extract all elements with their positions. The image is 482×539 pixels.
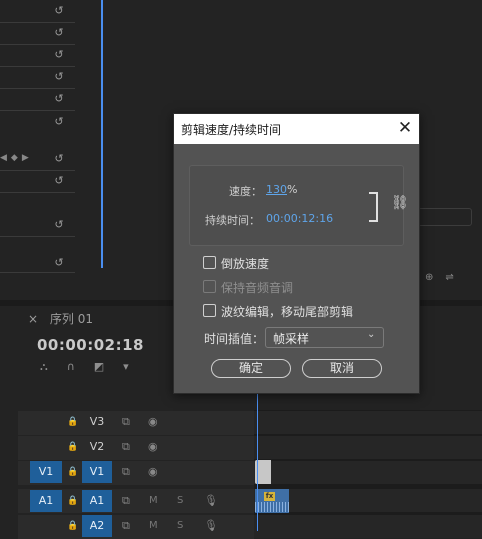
audio-clip[interactable]: fx: [255, 489, 289, 513]
sync-lock-icon[interactable]: ⧉: [122, 461, 130, 483]
time-interpolation-select[interactable]: 帧采样 ⌄: [265, 327, 384, 348]
param-divider: [0, 88, 75, 89]
reset-parameter-icon[interactable]: ↺: [53, 257, 65, 269]
ok-button[interactable]: 确定: [211, 359, 291, 378]
param-divider: [0, 236, 75, 237]
eye-icon[interactable]: ◉: [148, 461, 158, 483]
link-bracket: [369, 192, 378, 222]
lock-icon[interactable]: 🔒: [67, 411, 78, 433]
track-target-v2[interactable]: V2: [82, 436, 112, 458]
maintain-pitch-checkbox: [203, 280, 216, 293]
timeline-tools: ⛬∩◩▾: [40, 360, 148, 373]
maintain-pitch-row: 保持音频音调: [203, 279, 313, 295]
link-icon[interactable]: ⛓: [391, 195, 409, 211]
sync-lock-icon[interactable]: ⧉: [122, 411, 130, 433]
reset-parameter-icon[interactable]: ↺: [53, 153, 65, 165]
source-patch-a1[interactable]: A1: [30, 490, 62, 512]
mute-button[interactable]: M: [149, 515, 158, 537]
param-divider: [0, 192, 75, 193]
track-header-a2: [18, 515, 254, 539]
reset-parameter-icon[interactable]: ↺: [53, 116, 65, 128]
time-interpolation-value: 帧采样: [273, 332, 310, 346]
eye-icon[interactable]: ◉: [148, 411, 158, 433]
sync-lock-icon[interactable]: ⧉: [122, 436, 130, 458]
duration-input[interactable]: 00:00:12:16: [266, 212, 333, 225]
reverse-speed-label: 倒放速度: [221, 257, 270, 271]
maintain-pitch-label: 保持音频音调: [221, 281, 294, 295]
lock-icon[interactable]: 🔒: [67, 461, 78, 483]
sequence-tab[interactable]: × 序列 01: [28, 310, 93, 328]
track-lane-v1[interactable]: [254, 461, 482, 484]
reset-parameter-icon[interactable]: ↺: [53, 49, 65, 61]
param-divider: [0, 22, 75, 23]
track-header-v2: [18, 436, 254, 460]
reset-parameter-icon[interactable]: ↺: [53, 175, 65, 187]
reset-parameter-icon[interactable]: ↺: [53, 5, 65, 17]
audio-waveform: [255, 502, 289, 512]
lock-icon[interactable]: 🔒: [67, 515, 78, 537]
cancel-button[interactable]: 取消: [302, 359, 382, 378]
playhead-line: [257, 382, 258, 531]
chevron-down-icon: ⌄: [367, 329, 376, 340]
speed-unit: %: [287, 183, 298, 196]
playhead-line: [101, 0, 103, 268]
reverse-speed-row[interactable]: 倒放速度: [203, 255, 283, 271]
ripple-edit-checkbox[interactable]: [203, 304, 216, 317]
lock-icon[interactable]: 🔒: [67, 490, 78, 512]
sync-lock-icon[interactable]: ⧉: [122, 515, 130, 537]
track-target-v1[interactable]: V1: [82, 461, 112, 483]
duration-label: 持续时间：: [205, 214, 260, 227]
keyframe-navigator[interactable]: ◀◆▶: [0, 153, 40, 165]
track-header-v3: [18, 411, 254, 435]
close-icon[interactable]: ✕: [396, 119, 414, 137]
ripple-edit-label: 波纹编辑，移动尾部剪辑: [221, 305, 354, 319]
sequence-tab-label: 序列 01: [49, 312, 93, 326]
clip-speed-duration-dialog: 剪辑速度/持续时间 ✕ 速度： 130 % 持续时间： 00:00:12:16 …: [173, 113, 420, 394]
param-divider: [0, 170, 75, 171]
track-lane-v2[interactable]: [254, 436, 482, 459]
track-target-a2[interactable]: A2: [82, 515, 112, 537]
param-divider: [0, 272, 75, 273]
eye-icon[interactable]: ◉: [148, 436, 158, 458]
track-target-v3[interactable]: V3: [82, 411, 112, 433]
timeline-timecode[interactable]: 00:00:02:18: [37, 336, 144, 354]
close-tab-icon[interactable]: ×: [28, 312, 38, 326]
speed-label: 速度：: [229, 185, 262, 198]
reset-parameter-icon[interactable]: ↺: [53, 219, 65, 231]
fx-badge: fx: [264, 492, 275, 501]
speed-duration-group: 速度： 130 % 持续时间： 00:00:12:16 ⛓: [189, 165, 409, 246]
reset-parameter-icon[interactable]: ↺: [53, 27, 65, 39]
sync-lock-icon[interactable]: ⧉: [122, 490, 130, 512]
mute-button[interactable]: M: [149, 490, 158, 512]
solo-button[interactable]: S: [177, 515, 183, 537]
param-divider: [0, 44, 75, 45]
reset-parameter-icon[interactable]: ↺: [53, 93, 65, 105]
dialog-title: 剪辑速度/持续时间: [181, 123, 282, 137]
solo-button[interactable]: S: [177, 490, 183, 512]
time-interpolation-label: 时间插值：: [204, 332, 265, 346]
reset-parameter-icon[interactable]: ↺: [53, 71, 65, 83]
speed-input[interactable]: 130: [266, 183, 287, 196]
microphone-icon[interactable]: 🎙: [204, 515, 218, 537]
panel-icons: ⊕⇌: [425, 272, 466, 283]
track-lane-a2[interactable]: [254, 515, 482, 538]
panel-dropdown[interactable]: [418, 208, 472, 226]
dialog-titlebar: 剪辑速度/持续时间 ✕: [174, 114, 419, 144]
lock-icon[interactable]: 🔒: [67, 436, 78, 458]
ripple-edit-row[interactable]: 波纹编辑，移动尾部剪辑: [203, 303, 388, 319]
param-divider: [0, 110, 75, 111]
reverse-speed-checkbox[interactable]: [203, 256, 216, 269]
track-target-a1[interactable]: A1: [82, 490, 112, 512]
source-patch-v1[interactable]: V1: [30, 461, 62, 483]
track-lane-v3[interactable]: [254, 411, 482, 434]
microphone-icon[interactable]: 🎙: [204, 490, 218, 512]
param-divider: [0, 66, 75, 67]
